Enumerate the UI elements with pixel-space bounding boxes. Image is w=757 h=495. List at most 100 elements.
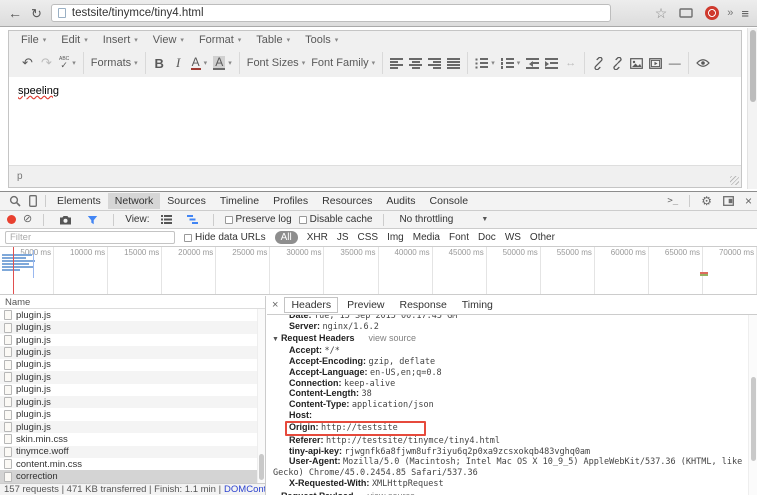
- dock-icon[interactable]: [719, 196, 738, 206]
- address-bar[interactable]: testsite/tinymce/tiny4.html: [51, 4, 611, 22]
- table-row[interactable]: plugin.js: [0, 309, 265, 321]
- resize-handle[interactable]: [730, 176, 739, 185]
- name-column-header[interactable]: Name: [0, 296, 265, 309]
- bullet-list-button[interactable]: ▾: [472, 53, 498, 73]
- filter-input[interactable]: [5, 231, 175, 244]
- nonbreaking-button[interactable]: ↔: [561, 53, 580, 73]
- reload-icon[interactable]: ↻: [31, 7, 42, 20]
- table-row[interactable]: plugin.js: [0, 321, 265, 333]
- overview-waterfall-icon[interactable]: [183, 215, 202, 224]
- clear-icon[interactable]: ⊘: [23, 214, 32, 225]
- view-source-link[interactable]: view source: [367, 491, 415, 495]
- table-row[interactable]: plugin.js: [0, 346, 265, 358]
- view-source-link[interactable]: view source: [368, 333, 416, 343]
- menu-edit[interactable]: Edit▾: [55, 34, 96, 46]
- gear-icon[interactable]: ⚙: [701, 194, 712, 208]
- filter-type-xhr[interactable]: XHR: [307, 232, 328, 243]
- tab-elements[interactable]: Elements: [50, 193, 108, 209]
- tab-preview[interactable]: Preview: [341, 298, 390, 312]
- misspelled-word[interactable]: speeling: [18, 85, 59, 97]
- details-scrollbar[interactable]: [748, 315, 757, 495]
- list-scrollbar-thumb[interactable]: [259, 454, 264, 480]
- console-drawer-icon[interactable]: >_: [667, 196, 678, 206]
- filter-type-ws[interactable]: WS: [505, 232, 521, 243]
- tab-profiles[interactable]: Profiles: [266, 193, 315, 209]
- page-scrollbar[interactable]: [747, 28, 757, 189]
- media-button[interactable]: [646, 53, 665, 73]
- filter-type-css[interactable]: CSS: [358, 232, 379, 243]
- filter-type-media[interactable]: Media: [413, 232, 440, 243]
- spellcheck-button[interactable]: ABC✓ ▾: [56, 53, 79, 73]
- view-list-icon[interactable]: [157, 215, 176, 224]
- menu-table[interactable]: Table▾: [250, 34, 299, 46]
- close-icon[interactable]: ×: [745, 194, 752, 208]
- cast-icon[interactable]: [675, 8, 697, 19]
- align-right-button[interactable]: [425, 53, 444, 73]
- browser-menu-icon[interactable]: ≡: [741, 6, 749, 21]
- request-headers-section[interactable]: ▼Request Headersview source: [267, 332, 748, 346]
- device-toolbar-icon[interactable]: [25, 195, 41, 207]
- throttling-select[interactable]: No throttling▼: [395, 214, 488, 225]
- preview-button[interactable]: [693, 53, 713, 73]
- tab-headers[interactable]: Headers: [284, 297, 338, 313]
- unlink-button[interactable]: [608, 53, 627, 73]
- undo-button[interactable]: ↶: [18, 53, 37, 73]
- table-row-selected[interactable]: correction: [0, 470, 265, 482]
- network-overview[interactable]: 5000 ms 10000 ms 15000 ms 20000 ms 25000…: [0, 247, 757, 295]
- bold-button[interactable]: B: [150, 53, 169, 73]
- table-row[interactable]: content.min.css: [0, 458, 265, 470]
- filter-funnel-icon[interactable]: [83, 215, 102, 225]
- table-row[interactable]: plugin.js: [0, 359, 265, 371]
- inspect-element-icon[interactable]: [5, 195, 25, 207]
- tab-network[interactable]: Network: [108, 193, 161, 209]
- table-row[interactable]: plugin.js: [0, 334, 265, 346]
- screenshot-capture-icon[interactable]: [55, 215, 76, 225]
- align-center-button[interactable]: [406, 53, 425, 73]
- numbered-list-button[interactable]: ▾: [498, 53, 524, 73]
- font-family-dropdown[interactable]: Font Family▾: [308, 53, 378, 73]
- table-row[interactable]: plugin.js: [0, 421, 265, 433]
- back-icon[interactable]: ←: [8, 6, 22, 20]
- tab-resources[interactable]: Resources: [315, 193, 379, 209]
- table-row[interactable]: plugin.js: [0, 408, 265, 420]
- record-icon[interactable]: [7, 215, 16, 224]
- menu-tools[interactable]: Tools▾: [299, 34, 347, 46]
- bookmark-icon[interactable]: ☆: [655, 5, 668, 22]
- menu-format[interactable]: Format▾: [193, 34, 250, 46]
- menu-insert[interactable]: Insert▾: [97, 34, 147, 46]
- italic-button[interactable]: I: [169, 53, 188, 73]
- domcontentloaded-link[interactable]: DOMContentLo…: [224, 484, 265, 495]
- list-scrollbar[interactable]: [257, 309, 265, 483]
- link-button[interactable]: [589, 53, 608, 73]
- table-row[interactable]: plugin.js: [0, 384, 265, 396]
- table-row[interactable]: skin.min.css: [0, 433, 265, 445]
- filter-type-js[interactable]: JS: [337, 232, 349, 243]
- font-sizes-dropdown[interactable]: Font Sizes▾: [244, 53, 308, 73]
- request-payload-section[interactable]: ▼Request Payloadview source: [267, 490, 748, 495]
- hide-data-urls-checkbox[interactable]: Hide data URLs: [184, 232, 266, 243]
- editor-content[interactable]: speeling: [9, 77, 741, 165]
- filter-type-other[interactable]: Other: [530, 232, 555, 243]
- page-scrollbar-thumb[interactable]: [750, 30, 756, 102]
- tab-timing[interactable]: Timing: [456, 298, 499, 312]
- overflow-icon[interactable]: »: [727, 7, 733, 19]
- disable-cache-checkbox[interactable]: Disable cache: [299, 214, 373, 225]
- align-left-button[interactable]: [387, 53, 406, 73]
- table-row[interactable]: plugin.js: [0, 371, 265, 383]
- filter-type-img[interactable]: Img: [387, 232, 404, 243]
- horizontal-rule-button[interactable]: —: [665, 53, 684, 73]
- menu-file[interactable]: File▾: [15, 34, 55, 46]
- element-path[interactable]: p: [17, 171, 23, 182]
- tab-console[interactable]: Console: [423, 193, 476, 209]
- indent-button[interactable]: [542, 53, 561, 73]
- text-color-button[interactable]: A▾: [188, 53, 211, 73]
- extension-record-icon[interactable]: [705, 6, 719, 20]
- menu-view[interactable]: View▾: [147, 34, 193, 46]
- close-details-icon[interactable]: ×: [272, 299, 278, 311]
- tab-timeline[interactable]: Timeline: [213, 193, 266, 209]
- filter-type-font[interactable]: Font: [449, 232, 469, 243]
- filter-type-doc[interactable]: Doc: [478, 232, 496, 243]
- redo-button[interactable]: ↷: [37, 53, 56, 73]
- table-row[interactable]: plugin.js: [0, 396, 265, 408]
- tab-sources[interactable]: Sources: [160, 193, 213, 209]
